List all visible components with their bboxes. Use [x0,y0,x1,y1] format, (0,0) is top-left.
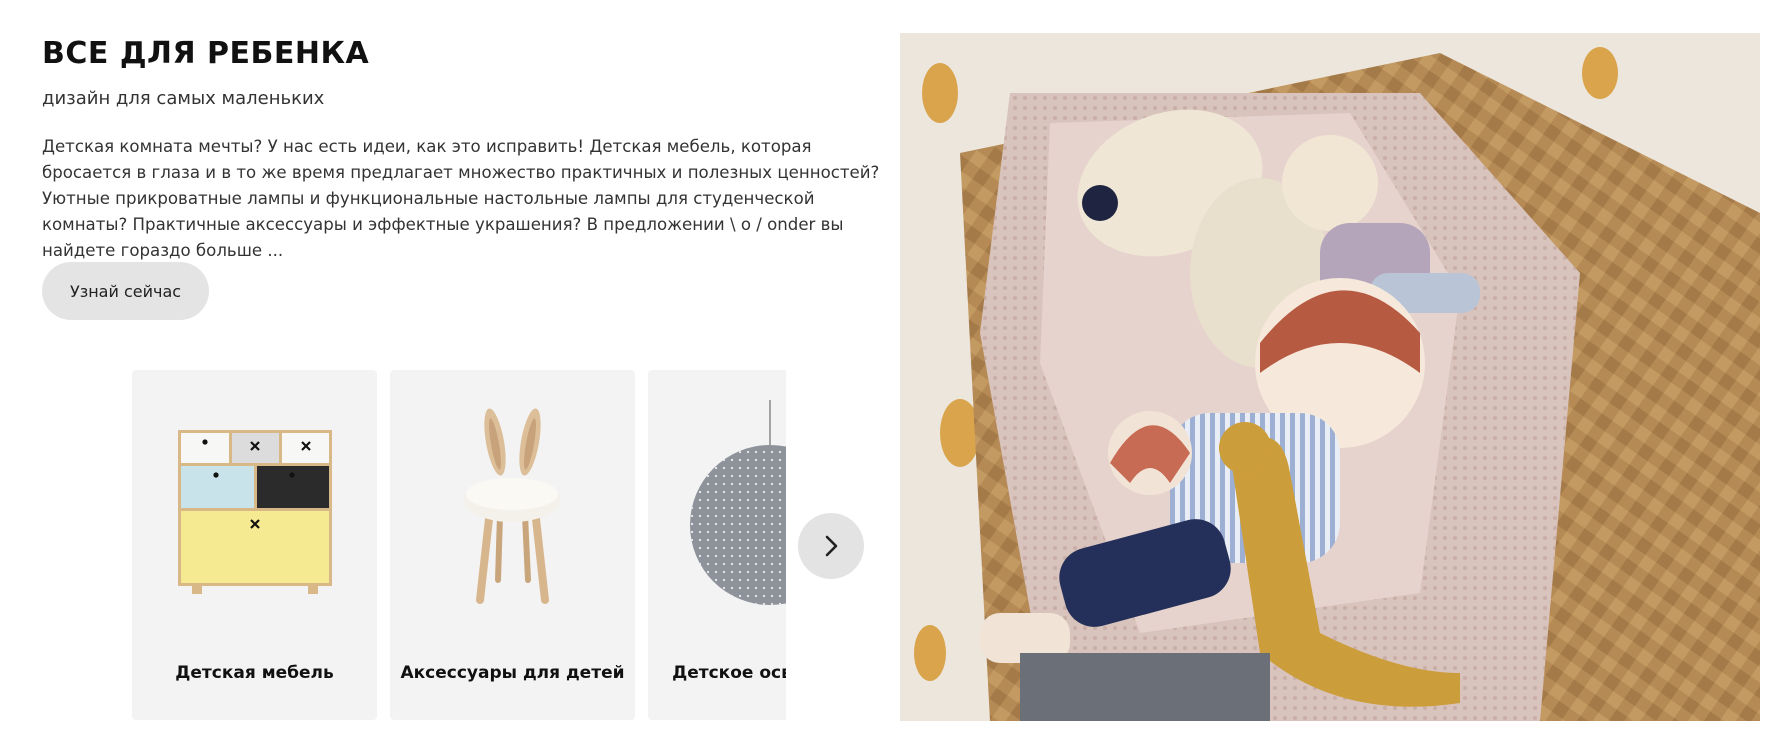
hero-photo [900,33,1760,721]
page: ВСЕ ДЛЯ РЕБЕНКА дизайн для самых маленьк… [0,0,1773,733]
section-subtitle: дизайн для самых маленьких [42,88,325,109]
learn-now-button[interactable]: Узнай сейчас [42,262,209,320]
section-description: Детская комната мечты? У нас есть идеи, … [42,137,880,260]
card-label: Детская мебель [175,663,334,683]
category-card-kids-accessories[interactable]: Аксессуары для детей [390,370,635,720]
category-card-kids-furniture[interactable]: Детская мебель [132,370,377,720]
bunny-chair-image [464,408,560,604]
card-label: Аксессуары для детей [400,663,625,683]
kids-dresser-image [178,430,332,594]
pendant-lamp-image [690,400,786,605]
category-card-kids-lighting[interactable]: Детское освещение [648,370,786,720]
carousel-next-button[interactable] [798,513,864,579]
card-label: Детское освещение [672,663,786,683]
plush-toys-in-wicker-basket-photo [900,33,1760,721]
section-title: ВСЕ ДЛЯ РЕБЕНКА [42,36,370,71]
chevron-right-icon [825,535,838,557]
category-carousel: Детская мебель Аксессуары для детей Детс… [132,370,786,720]
